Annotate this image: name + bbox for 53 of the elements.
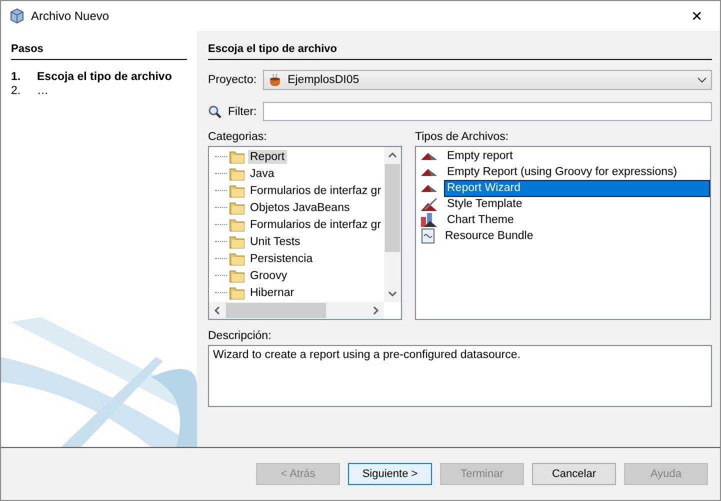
folder-icon [229, 200, 245, 215]
filter-label: Filter: [228, 106, 257, 118]
step-label: … [37, 84, 48, 98]
search-icon [208, 104, 222, 118]
project-dropdown[interactable]: EjemplosDI05 [262, 70, 712, 90]
tree-item[interactable]: Java [248, 166, 276, 180]
folder-icon [229, 183, 245, 198]
file-types-label: Tipos de Archivos: [415, 131, 510, 143]
file-type-item[interactable]: Report Wizard [444, 180, 710, 196]
folder-icon [229, 217, 245, 232]
tree-item[interactable]: Groovy [248, 268, 290, 282]
folder-icon [229, 166, 245, 181]
tree-item[interactable]: Formularios de interfaz gr [248, 218, 384, 232]
report-icon [420, 183, 438, 193]
file-type-item[interactable]: Empty Report (using Groovy for expressions) [444, 164, 710, 180]
tree-item[interactable]: Hibernar [248, 286, 296, 300]
tree-item[interactable]: Formularios de interfaz gr [248, 184, 384, 198]
cube-icon [9, 8, 25, 24]
file-type-item[interactable]: Chart Theme [444, 212, 710, 228]
brush-icon [420, 196, 438, 212]
tree-item[interactable]: Unit Tests [248, 234, 302, 248]
tree-item[interactable]: Objetos JavaBeans [248, 200, 352, 214]
wizard-button[interactable]: Cancelar [532, 463, 616, 485]
step-number: 1. [11, 70, 22, 84]
chart-icon [420, 212, 438, 228]
window-title: Archivo Nuevo [31, 9, 110, 23]
report-icon [420, 151, 438, 161]
folder-icon [229, 268, 245, 283]
folder-icon [229, 149, 245, 164]
folder-icon [229, 285, 245, 300]
file-type-item[interactable]: Empty report [444, 148, 710, 164]
steps-heading: Pasos [11, 43, 187, 60]
file-type-item[interactable]: Style Template [444, 196, 710, 212]
file-type-item[interactable]: Resource Bundle [442, 228, 710, 244]
filter-field[interactable] [262, 102, 712, 121]
panel-heading: Escoja el tipo de archivo [208, 43, 712, 60]
description-label: Descripción: [208, 330, 272, 342]
tree-item[interactable]: Report [248, 150, 287, 164]
categories-label: Categorias: [208, 131, 268, 143]
tree-item[interactable]: Persistencia [248, 252, 315, 266]
chevron-down-icon [697, 77, 707, 83]
step-label: Escoja el tipo de archivo [37, 70, 172, 84]
folder-icon [229, 234, 245, 249]
folder-icon [229, 251, 245, 266]
document-icon [420, 228, 436, 244]
step-number: 2. [11, 84, 22, 98]
horizontal-scrollbar[interactable] [209, 302, 384, 319]
report-icon [420, 167, 438, 177]
description-text: Wizard to create a report using a pre-configured datasource. [208, 345, 712, 407]
close-button[interactable]: ✕ [682, 3, 712, 29]
project-label: Proyecto: [208, 74, 257, 86]
wizard-button[interactable]: Siguiente > [348, 463, 432, 485]
vertical-scrollbar[interactable] [384, 147, 401, 302]
